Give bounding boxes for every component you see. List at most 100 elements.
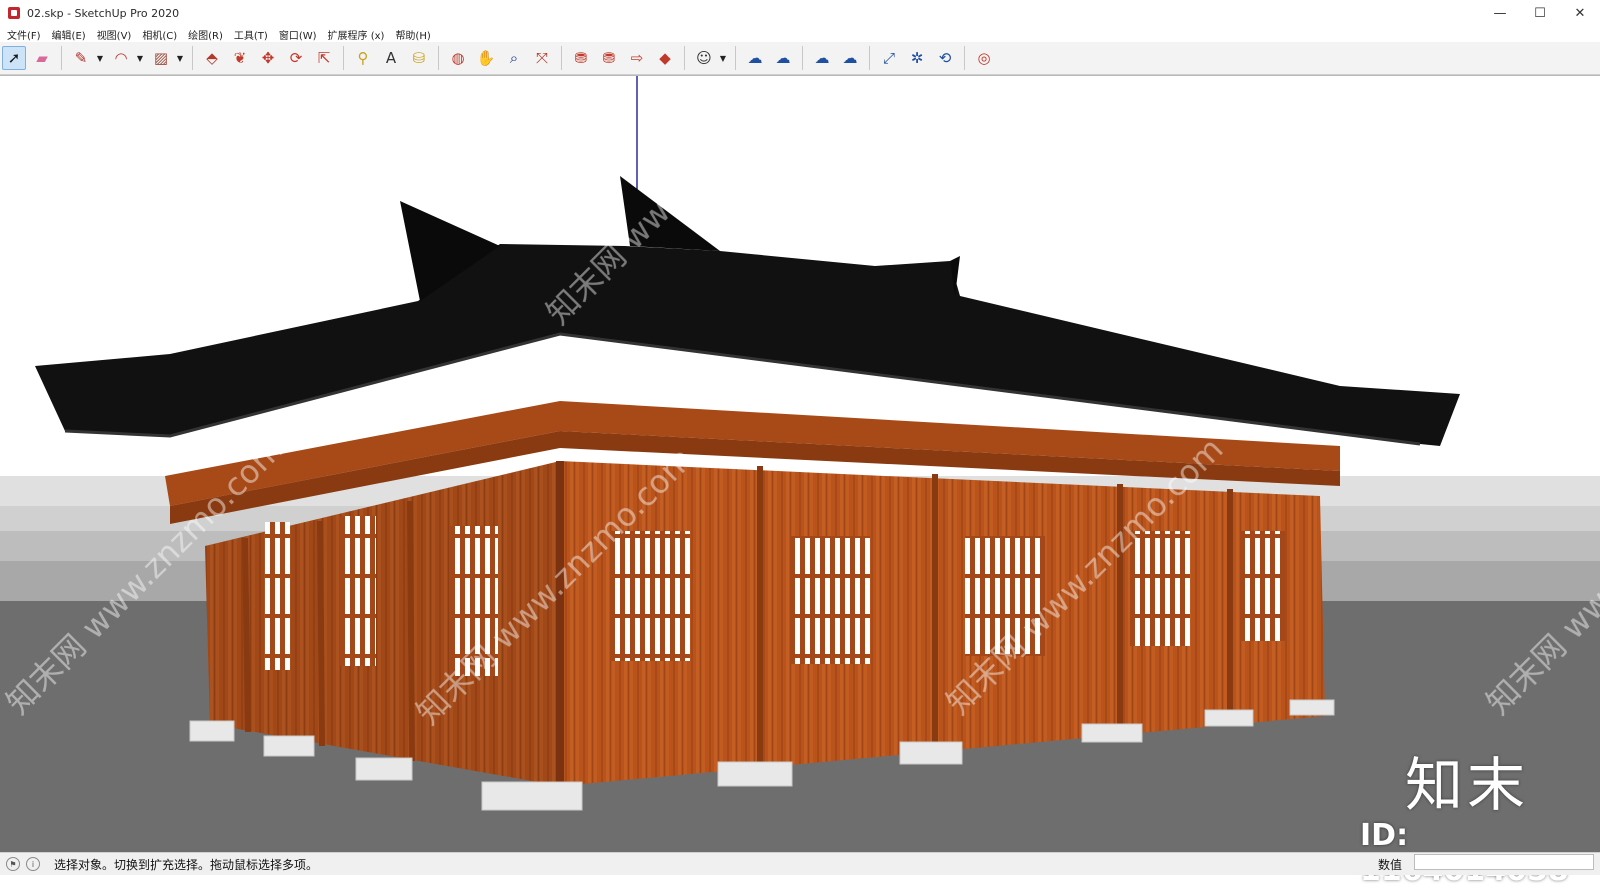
- chrome-icon: ◎: [977, 49, 991, 67]
- layout-icon: ⇨: [630, 49, 644, 67]
- rotate-tool[interactable]: ⟳: [284, 46, 308, 70]
- arc-tool[interactable]: ◠: [109, 46, 133, 70]
- zoom-tool[interactable]: ⌕: [502, 46, 526, 70]
- title-bar: 02.skp - SketchUp Pro 2020 — ☐ ✕: [0, 0, 1600, 26]
- menu-window[interactable]: 窗口(W): [279, 27, 317, 42]
- toolbar-separator: [192, 46, 193, 70]
- rectangle-tool[interactable]: ▨: [149, 46, 173, 70]
- paint-bucket-icon: ⛁: [412, 49, 426, 67]
- menu-tools[interactable]: 工具(T): [234, 27, 268, 42]
- push-pull-icon: ⬘: [206, 49, 218, 67]
- select-tool[interactable]: ➚: [2, 46, 26, 70]
- account-button[interactable]: ☺: [692, 46, 716, 70]
- eraser-icon: ▰: [36, 49, 48, 67]
- warehouse-button[interactable]: ⛃: [569, 46, 593, 70]
- zoom-extents-tool[interactable]: ⤧: [530, 46, 554, 70]
- chevron-down-icon[interactable]: ▼: [718, 54, 728, 63]
- orbit-tool[interactable]: ◍: [446, 46, 470, 70]
- model-scene: 知末网 www.znzmo.com 知末网 www.znzmo.com 知末网 …: [0, 76, 1600, 852]
- hand-pan-icon: ✋: [476, 49, 496, 67]
- main-toolbar: ➚ ▰ ✎ ▼ ◠ ▼ ▨ ▼ ⬘ ❦ ✥ ⟳ ⇱ ⚲ A ⛁ ◍ ✋ ⌕ ⤧ ⛃ ⛃ ⇨ ◆ ☺ ▼ ☁ ☁ ☁ ☁ ⤢ ✲ ⟲ ◎: [0, 42, 1600, 75]
- chevron-down-icon[interactable]: ▼: [175, 54, 185, 63]
- chevron-down-icon[interactable]: ▼: [95, 54, 105, 63]
- toolbar-separator: [735, 46, 736, 70]
- status-message: 选择对象。切换到扩充选择。拖动鼠标选择多项。: [54, 857, 319, 872]
- toolbar-separator: [561, 46, 562, 70]
- pencil-icon: ✎: [74, 49, 88, 67]
- toolbar-separator: [684, 46, 685, 70]
- paint-bucket-tool[interactable]: ⛁: [407, 46, 431, 70]
- pushpull-tool[interactable]: ⬘: [200, 46, 224, 70]
- molecule-icon: ✲: [910, 49, 924, 67]
- warehouse-icon: ⛃: [574, 49, 588, 67]
- ruby-console-button[interactable]: ◆: [653, 46, 677, 70]
- maximize-button[interactable]: ☐: [1520, 0, 1560, 26]
- toolbar-separator: [61, 46, 62, 70]
- watermark-brand: 知末: [1405, 751, 1530, 819]
- text-label-icon: A: [385, 49, 397, 67]
- fit-frame-icon: ⤢: [882, 49, 895, 67]
- offset-icon: ❦: [233, 49, 247, 67]
- extension-warehouse-icon: ⛃: [602, 49, 616, 67]
- menu-view[interactable]: 视图(V): [97, 27, 132, 42]
- ruby-gem-icon: ◆: [659, 49, 671, 67]
- measurements-input[interactable]: [1414, 854, 1594, 870]
- orbit-icon: ◍: [451, 49, 465, 67]
- trimble-connect-share[interactable]: ☁: [771, 46, 795, 70]
- arc-icon: ◠: [114, 49, 128, 67]
- menu-help[interactable]: 帮助(H): [395, 27, 430, 42]
- model-viewport[interactable]: 知末网 www.znzmo.com 知末网 www.znzmo.com 知末网 …: [0, 75, 1600, 852]
- toolbar-separator: [869, 46, 870, 70]
- minimize-button[interactable]: —: [1480, 0, 1520, 26]
- rotate-icon: ⟳: [289, 49, 303, 67]
- cloud-list-icon: ☁: [842, 49, 858, 67]
- offset-tool[interactable]: ❦: [228, 46, 252, 70]
- close-button[interactable]: ✕: [1560, 0, 1600, 26]
- window-title: 02.skp - SketchUp Pro 2020: [27, 6, 180, 20]
- geo-location-icon[interactable]: ⚑: [6, 857, 20, 871]
- update-button[interactable]: ⟲: [933, 46, 957, 70]
- menu-extensions[interactable]: 扩展程序 (x): [328, 27, 385, 42]
- toolbar-separator: [343, 46, 344, 70]
- magnifier-icon: ⌕: [509, 49, 519, 67]
- cloud-link-icon: ☁: [747, 49, 763, 67]
- pan-tool[interactable]: ✋: [474, 46, 498, 70]
- scale-tool[interactable]: ⇱: [312, 46, 336, 70]
- cloud-share-icon: ☁: [775, 49, 791, 67]
- trimble-connect-sync[interactable]: ☁: [810, 46, 834, 70]
- move-tool[interactable]: ✥: [256, 46, 280, 70]
- menu-draw[interactable]: 绘图(R): [188, 27, 223, 42]
- select-arrow-icon: ➚: [7, 49, 21, 67]
- measurements-label: 数值: [1378, 858, 1403, 872]
- trimble-connect-open[interactable]: ☁: [743, 46, 767, 70]
- user-account-icon: ☺: [696, 49, 712, 67]
- toolbar-separator: [802, 46, 803, 70]
- refresh-check-icon: ⟲: [938, 49, 952, 67]
- menu-file[interactable]: 文件(F): [7, 27, 41, 42]
- chrome-button[interactable]: ◎: [972, 46, 996, 70]
- section-fit-button[interactable]: ⤢: [877, 46, 901, 70]
- model-info-button[interactable]: ✲: [905, 46, 929, 70]
- menu-camera[interactable]: 相机(C): [142, 27, 177, 42]
- send-to-layout-button[interactable]: ⇨: [625, 46, 649, 70]
- chevron-down-icon[interactable]: ▼: [135, 54, 145, 63]
- scale-icon: ⇱: [317, 49, 331, 67]
- window-controls: — ☐ ✕: [1480, 0, 1600, 26]
- tape-measure-tool[interactable]: ⚲: [351, 46, 375, 70]
- zoom-extents-icon: ⤧: [535, 49, 548, 67]
- tape-measure-icon: ⚲: [357, 49, 369, 67]
- eraser-tool[interactable]: ▰: [30, 46, 54, 70]
- text-tool[interactable]: A: [379, 46, 403, 70]
- sketchup-logo-icon: [8, 7, 20, 19]
- info-icon[interactable]: i: [26, 857, 40, 871]
- move-icon: ✥: [261, 49, 275, 67]
- rectangle-icon: ▨: [153, 49, 169, 67]
- toolbar-separator: [438, 46, 439, 70]
- toolbar-separator: [964, 46, 965, 70]
- status-bar: ⚑ i 选择对象。切换到扩充选择。拖动鼠标选择多项。: [0, 852, 1600, 875]
- cloud-sync-icon: ☁: [814, 49, 830, 67]
- trimble-connect-list[interactable]: ☁: [838, 46, 862, 70]
- menu-edit[interactable]: 编辑(E): [52, 27, 86, 42]
- line-tool[interactable]: ✎: [69, 46, 93, 70]
- extension-warehouse-button[interactable]: ⛃: [597, 46, 621, 70]
